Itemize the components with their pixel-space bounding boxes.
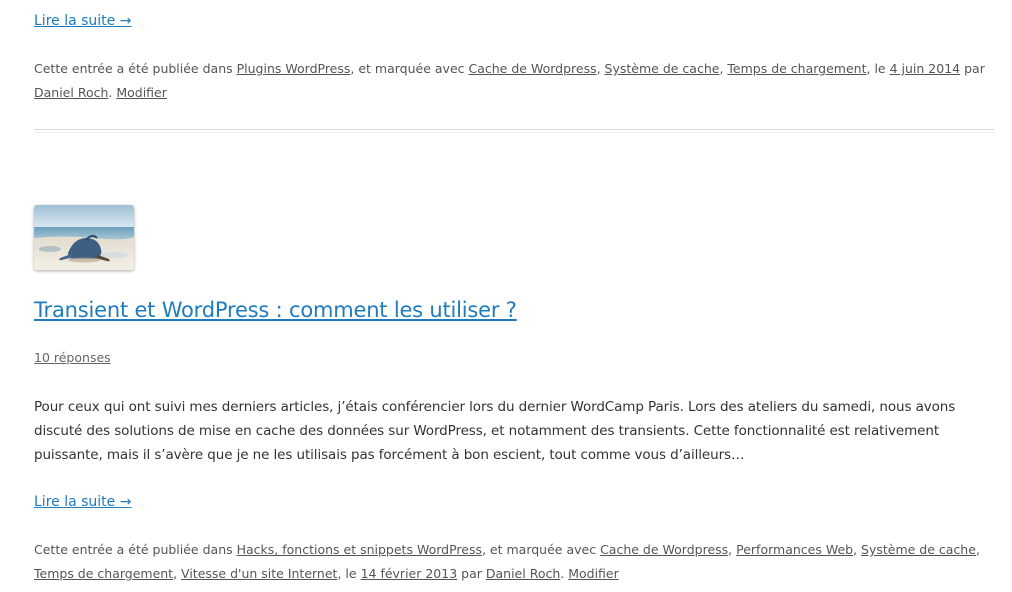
entry-meta: Cette entrée a été publiée dans Hacks, f… — [34, 542, 980, 581]
read-more-link[interactable]: Lire la suite → — [34, 493, 131, 511]
read-more-link[interactable]: Lire la suite → — [34, 12, 131, 30]
tag-link[interactable]: Système de cache — [605, 61, 720, 76]
tag-link[interactable]: Cache de Wordpress — [469, 61, 597, 76]
entry-meta: Cette entrée a été publiée dans Plugins … — [34, 61, 985, 100]
tag-link[interactable]: Vitesse d'un site Internet — [181, 566, 337, 581]
tag-link[interactable]: Système de cache — [861, 542, 976, 557]
post-thumbnail[interactable] — [34, 205, 134, 270]
meta-tagged-text: , et marquée avec — [350, 61, 465, 76]
author-link[interactable]: Daniel Roch — [486, 566, 560, 581]
meta-by-text: par — [461, 566, 482, 581]
beach-thumbnail-image — [34, 205, 134, 270]
edit-link[interactable]: Modifier — [568, 566, 619, 581]
date-link[interactable]: 4 juin 2014 — [890, 61, 961, 76]
post-excerpt: Pour ceux qui ont suivi mes derniers art… — [34, 399, 956, 463]
meta-prefix-text: Cette entrée a été publiée dans — [34, 542, 233, 557]
meta-tagged-text: , et marquée avec — [481, 542, 597, 557]
meta-prefix-text: Cette entrée a été publiée dans — [34, 61, 233, 76]
tag-link[interactable]: Temps de chargement — [727, 61, 866, 76]
category-link[interactable]: Plugins WordPress — [237, 61, 351, 76]
meta-date-prefix-text: , le — [866, 61, 886, 76]
meta-date-prefix-text: , le — [337, 566, 357, 581]
post-divider — [34, 129, 994, 130]
edit-link[interactable]: Modifier — [116, 85, 167, 100]
comments-link[interactable]: 10 réponses — [34, 349, 111, 367]
category-link[interactable]: Hacks, fonctions et snippets WordPress — [237, 542, 482, 557]
tag-link[interactable]: Cache de Wordpress — [600, 542, 728, 557]
tag-link[interactable]: Temps de chargement — [34, 566, 173, 581]
author-link[interactable]: Daniel Roch — [34, 85, 108, 100]
post-title-link[interactable]: Transient et WordPress : comment les uti… — [34, 296, 517, 324]
tag-link[interactable]: Performances Web — [736, 542, 853, 557]
post-divider-shadow — [34, 132, 994, 133]
meta-by-text: par — [964, 61, 985, 76]
date-link[interactable]: 14 février 2013 — [361, 566, 458, 581]
